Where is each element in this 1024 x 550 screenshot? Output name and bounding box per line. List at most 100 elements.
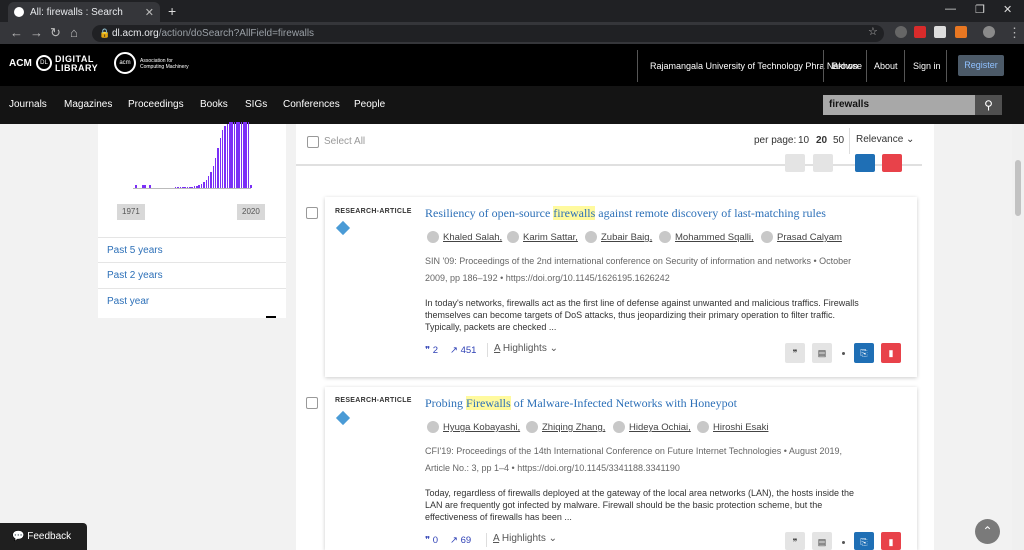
download-count[interactable]: ↗ 69 [450, 535, 471, 546]
result-title[interactable]: Probing Firewalls of Malware-Infected Ne… [425, 396, 737, 411]
past-2-years-link[interactable]: Past 2 years [107, 270, 163, 281]
author-link[interactable]: Hiroshi Esaki [713, 422, 768, 433]
assoc-text[interactable]: Association for Computing Machinery [140, 58, 190, 70]
prev-card-action[interactable] [855, 154, 875, 172]
per-page-label: per page: [754, 135, 797, 146]
extension-icon[interactable] [955, 26, 967, 38]
cite-button[interactable]: ❞ [785, 343, 805, 363]
extension-icon[interactable] [895, 26, 907, 38]
meta-line[interactable]: 2009, pp 186–192 • https://doi.org/10.11… [425, 270, 905, 287]
restore-icon[interactable]: ❐ [975, 3, 985, 16]
divider [98, 262, 286, 263]
sort-select[interactable]: Relevance ⌄ [856, 134, 914, 145]
back-to-top-button[interactable]: ⌃ [975, 519, 1000, 544]
meta-line[interactable]: Article No.: 3, pp 1–4 • https://doi.org… [425, 460, 905, 477]
nav-proceedings[interactable]: Proceedings [128, 99, 184, 110]
nav-magazines[interactable]: Magazines [64, 99, 112, 110]
prev-card-action[interactable] [882, 154, 902, 172]
highlights-toggle[interactable]: A Highlights ⌄ [494, 343, 558, 354]
divider [487, 343, 488, 357]
forward-icon[interactable]: → [30, 25, 43, 40]
select-all-checkbox[interactable] [307, 136, 319, 148]
author-link[interactable]: Karim Sattar, [523, 232, 578, 243]
highlights-toggle[interactable]: A Highlights ⌄ [493, 533, 557, 544]
prev-card-action[interactable] [813, 154, 833, 172]
back-icon[interactable]: ← [10, 25, 23, 40]
result-checkbox[interactable] [306, 397, 318, 409]
result-title[interactable]: Resiliency of open-source firewalls agai… [425, 206, 826, 221]
nav-sigs[interactable]: SIGs [245, 99, 267, 110]
new-tab-icon[interactable]: + [168, 3, 176, 19]
url-input[interactable]: 🔒 dl.acm.org/action/doSearch?AllField=fi… [92, 25, 884, 42]
quote-icon: ❞ [425, 345, 431, 356]
logo-dl-text[interactable]: DIGITAL LIBRARY [55, 55, 98, 73]
nav-conferences[interactable]: Conferences [283, 99, 340, 110]
register-button[interactable]: Register [958, 55, 1004, 76]
minimize-icon[interactable]: — [945, 3, 956, 15]
home-icon[interactable]: ⌂ [70, 25, 78, 40]
pdf-button[interactable]: ▮ [881, 532, 901, 550]
per-page-10[interactable]: 10 [798, 135, 809, 146]
profile-avatar[interactable] [983, 26, 995, 38]
histogram-bar [245, 122, 247, 188]
feedback-button[interactable]: 💬 Feedback [0, 523, 87, 550]
past-year-link[interactable]: Past year [107, 296, 149, 307]
signin-link[interactable]: Sign in [913, 61, 941, 71]
pdf-button[interactable]: ▮ [881, 343, 901, 363]
result-checkbox[interactable] [306, 207, 318, 219]
author-link[interactable]: Hyuga Kobayashi, [443, 422, 520, 433]
download-count[interactable]: ↗ 451 [450, 345, 476, 356]
author-link[interactable]: Zhiqing Zhang, [542, 422, 605, 433]
pdf-icon: ▮ [888, 537, 894, 547]
nav-journals[interactable]: Journals [9, 99, 47, 110]
search-input[interactable]: firewalls [823, 95, 975, 115]
year-end-badge[interactable]: 2020 [237, 204, 265, 220]
per-page-50[interactable]: 50 [833, 135, 844, 146]
year-start-badge[interactable]: 1971 [117, 204, 145, 220]
add-to-binder-button[interactable]: ▤ [812, 343, 832, 363]
acm-seal-icon: acm [114, 52, 136, 74]
browse-link[interactable]: Browse [832, 61, 862, 71]
full-text-button[interactable]: ⎘ [854, 343, 874, 363]
select-all-label[interactable]: Select All [324, 136, 365, 147]
past-5-years-link[interactable]: Past 5 years [107, 245, 163, 256]
histogram-bar [214, 158, 217, 188]
author-link[interactable]: Prasad Calyam [777, 232, 842, 243]
divider [486, 533, 487, 547]
about-link[interactable]: About [874, 61, 898, 71]
menu-icon[interactable]: ⋮ [1008, 25, 1021, 41]
browser-tab[interactable]: All: firewalls : Search ✕ [8, 2, 160, 22]
quote-icon: ❞ [792, 348, 798, 358]
cite-button[interactable]: ❞ [785, 532, 805, 550]
author-link[interactable]: Mohammed Sqalli, [675, 232, 754, 243]
reload-icon[interactable]: ↻ [50, 25, 61, 41]
dl-logo-icon: DL [36, 55, 52, 71]
author-link[interactable]: Zubair Baig, [601, 232, 652, 243]
author-link[interactable]: Hideya Ochiai, [629, 422, 691, 433]
full-text-button[interactable]: ⎘ [854, 532, 874, 550]
histogram-bar [238, 122, 240, 188]
nav-people[interactable]: People [354, 99, 385, 110]
quote-icon: ❞ [425, 535, 431, 546]
chevron-down-icon: ⌄ [548, 533, 557, 544]
citation-count[interactable]: ❞ 0 [425, 535, 438, 546]
close-tab-icon[interactable]: ✕ [145, 6, 154, 19]
header-divider [946, 50, 947, 82]
title-text: Resiliency of open-source [425, 206, 554, 220]
author-link[interactable]: Khaled Salah, [443, 232, 502, 243]
logo-acm-text[interactable]: ACM [9, 58, 32, 69]
header-divider [866, 50, 867, 82]
extension-icon[interactable] [934, 26, 946, 38]
bookmark-star-icon[interactable]: ☆ [868, 25, 878, 38]
nav-books[interactable]: Books [200, 99, 228, 110]
abstract-line: themselves can become targets of DoS att… [425, 310, 836, 320]
scrollbar-thumb[interactable] [1015, 160, 1021, 216]
extension-icon[interactable] [914, 26, 926, 38]
reader-icon: ⎘ [860, 537, 868, 547]
per-page-20[interactable]: 20 [816, 135, 827, 146]
prev-card-action[interactable] [785, 154, 805, 172]
close-window-icon[interactable]: ✕ [1003, 3, 1012, 16]
search-button[interactable]: ⚲ [975, 95, 1002, 115]
add-to-binder-button[interactable]: ▤ [812, 532, 832, 550]
citation-count[interactable]: ❞ 2 [425, 345, 438, 356]
